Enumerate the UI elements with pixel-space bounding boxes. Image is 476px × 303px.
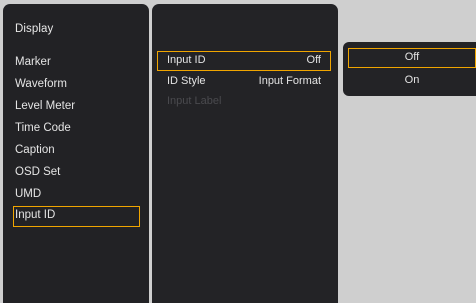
menu-item-caption[interactable]: Caption bbox=[13, 140, 140, 160]
menu-item-waveform[interactable]: Waveform bbox=[13, 74, 140, 94]
submenu-row-label: Input ID bbox=[167, 54, 206, 66]
menu-item-level-meter[interactable]: Level Meter bbox=[13, 96, 140, 116]
submenu-row-value: Input Format bbox=[258, 75, 321, 87]
menu-title: Display bbox=[15, 23, 54, 35]
menu-item-time-code[interactable]: Time Code bbox=[13, 118, 140, 138]
menu-item-umd[interactable]: UMD bbox=[13, 184, 140, 204]
osd-screen: Display Marker Waveform Level Meter Time… bbox=[0, 0, 476, 303]
main-menu-panel: Display Marker Waveform Level Meter Time… bbox=[3, 4, 149, 303]
submenu-row-label: Input Label bbox=[167, 95, 222, 107]
option-on[interactable]: On bbox=[348, 70, 476, 90]
menu-item-marker[interactable]: Marker bbox=[13, 52, 140, 72]
option-off[interactable]: Off bbox=[348, 48, 476, 68]
submenu-panel: Input ID Off ID Style Input Format Input… bbox=[152, 4, 338, 303]
submenu-row-value: Off bbox=[306, 54, 321, 66]
submenu-row-input-label: Input Label bbox=[157, 92, 331, 112]
submenu-row-label: ID Style bbox=[167, 75, 206, 87]
menu-item-osd-set[interactable]: OSD Set bbox=[13, 162, 140, 182]
menu-item-input-id[interactable]: Input ID bbox=[13, 206, 140, 227]
submenu-row-id-style[interactable]: ID Style Input Format bbox=[157, 72, 331, 92]
submenu-row-input-id[interactable]: Input ID Off bbox=[157, 51, 331, 71]
options-panel: Off On bbox=[343, 42, 476, 96]
